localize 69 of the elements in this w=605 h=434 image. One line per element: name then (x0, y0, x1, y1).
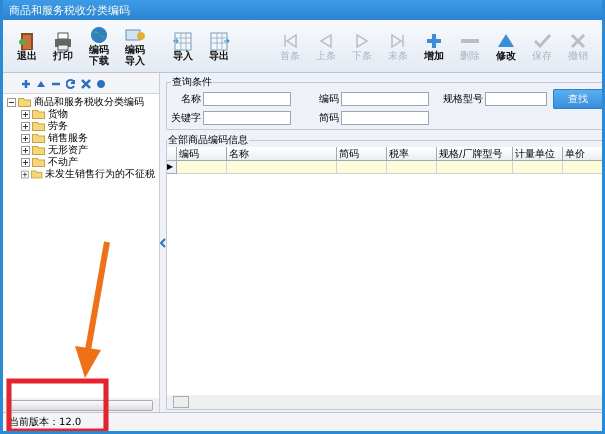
window-title: 商品和服务税收分类编码 (3, 0, 602, 20)
column-header[interactable]: 编码 (177, 147, 227, 161)
column-header[interactable]: 简码 (337, 147, 387, 161)
column-header[interactable]: 税率 (387, 147, 437, 161)
collapse-icon[interactable] (7, 98, 16, 106)
field-label: 编码 (318, 92, 340, 106)
group-title: 查询条件 (171, 76, 213, 89)
table-cell[interactable] (437, 161, 513, 174)
table-cell[interactable] (387, 161, 437, 174)
expand-icon[interactable] (21, 134, 30, 142)
folder-icon (32, 121, 46, 131)
tree-item[interactable]: 货物 (48, 107, 68, 121)
tree-item[interactable]: 不动产 (48, 155, 78, 169)
up-icon[interactable] (36, 79, 46, 89)
toolbar-button[interactable]: 导出 (203, 30, 235, 62)
input-field[interactable] (203, 92, 291, 106)
horizontal-scrollbar[interactable] (167, 395, 602, 409)
tree-item[interactable]: 劳务 (48, 119, 68, 133)
folder-icon (30, 169, 43, 179)
table-cell[interactable] (513, 161, 563, 174)
input-field[interactable] (341, 92, 429, 106)
folder-icon (18, 97, 32, 107)
column-header[interactable]: 单价 (563, 147, 602, 161)
expand-icon[interactable] (21, 110, 30, 118)
expand-icon[interactable] (21, 122, 30, 130)
toolbar-button[interactable]: 编码下载 (83, 25, 115, 67)
toolbar-button[interactable]: 修改 (490, 30, 522, 62)
toolbar-button[interactable]: 退出 (11, 30, 43, 62)
folder-icon (32, 157, 46, 167)
plus-icon[interactable] (21, 79, 31, 89)
folder-icon (32, 145, 46, 155)
toolbar-button[interactable]: 增加 (418, 30, 450, 62)
tree-item[interactable]: 商品和服务税收分类编码 (34, 95, 144, 109)
circle-icon[interactable] (96, 79, 106, 89)
expand-icon[interactable] (21, 170, 29, 178)
group-title: 全部商品编码信息 (167, 134, 249, 147)
folder-icon (32, 133, 46, 143)
corner-header (167, 147, 177, 161)
table-export-icon (208, 30, 230, 50)
tree-item[interactable]: 销售服务 (48, 131, 88, 145)
table-import-icon (172, 30, 194, 50)
printer-icon (52, 30, 74, 50)
expand-icon[interactable] (21, 146, 30, 154)
column-header[interactable]: 规格/厂牌型号 (437, 147, 513, 161)
field-label: 简码 (318, 112, 340, 125)
horizontal-scrollbar[interactable] (3, 398, 159, 412)
tree-item[interactable]: 无形资产 (48, 143, 88, 157)
toolbar-button[interactable]: 导入 (167, 30, 199, 62)
input-field[interactable] (203, 111, 291, 125)
row-marker: ▶ (167, 161, 177, 174)
table-cell[interactable] (227, 161, 337, 174)
globe-icon (88, 25, 110, 45)
field-label: 关键字 (171, 112, 202, 125)
expand-icon[interactable] (21, 158, 30, 166)
table-cell[interactable] (177, 161, 227, 174)
tree-item[interactable]: 未发生销售行为的不征税 (45, 167, 155, 181)
input-field[interactable] (485, 92, 547, 106)
column-header[interactable]: 计量单位 (513, 147, 563, 161)
toolbar-button[interactable]: 编码导入 (119, 25, 151, 67)
column-header[interactable]: 名称 (227, 147, 337, 161)
toolbar-button[interactable]: 打印 (47, 30, 79, 62)
table-cell[interactable] (563, 161, 602, 174)
field-label: 规格型号 (442, 92, 484, 106)
table-cell[interactable] (337, 161, 387, 174)
folder-icon (32, 109, 46, 119)
refresh-icon[interactable] (66, 79, 76, 89)
minus-icon (459, 38, 481, 42)
field-label: 名称 (180, 93, 202, 106)
input-field[interactable] (341, 111, 429, 125)
